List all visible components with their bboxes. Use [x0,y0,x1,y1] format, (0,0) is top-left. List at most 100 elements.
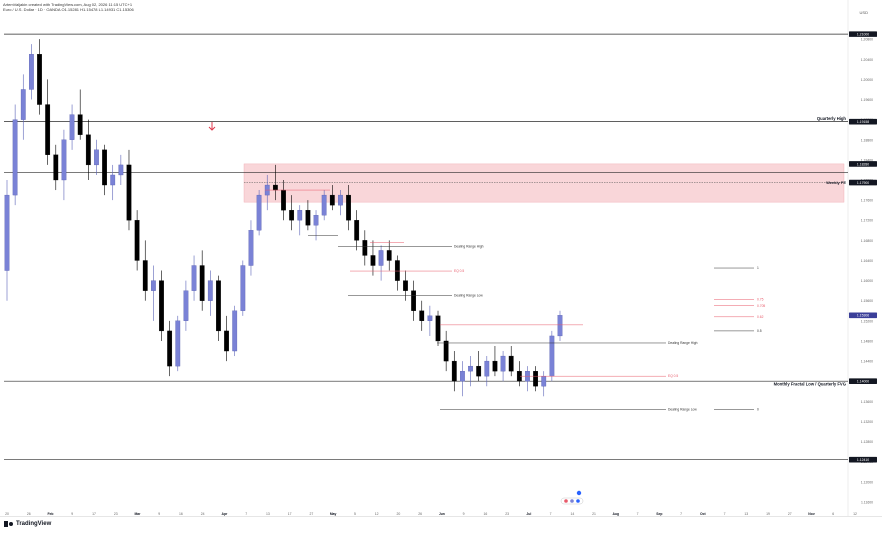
price-tick-label: 1.20400 [861,58,873,62]
event-dot-icon [564,499,568,503]
candle-body [110,174,116,186]
price-tick-label: 1.18800 [861,138,873,142]
candle-body [150,280,156,291]
candle-body [468,365,473,372]
candle-body [240,265,246,311]
candle-body [305,210,311,226]
candle-body [508,355,514,372]
candle-body [427,315,433,321]
fib-level-label: 0.5 [757,329,762,333]
brand-name: TradingView [16,521,52,527]
candle-body [443,340,449,362]
monthly-fractal-low-label: Monthly Fractal Low / Quarterly FVG [774,382,846,387]
price-tick-label: 1.20000 [861,78,873,82]
event-dot-icon [576,499,580,503]
candle-body [12,119,18,196]
candle-body [94,149,99,166]
fib-level-label: 1 [757,266,759,270]
price-tick-label: 1.13200 [861,420,873,424]
candle-body [45,104,51,155]
candle-body [248,230,254,266]
price-tag-label: 1.21000 [857,33,869,37]
price-tick-label: 1.14800 [861,339,873,343]
candle-body [77,114,83,135]
candle-body [126,164,132,221]
dealing-range-low-2-label: Dealing Range Low [668,407,697,411]
candle-body [118,164,124,176]
dealing-range-low-1-label: Dealing Range Low [454,294,483,298]
fib-level-label: 0.705 [757,304,765,308]
fib-level-label: 0.75 [757,298,764,302]
candle-body [435,315,441,342]
price-tick-label: 1.16000 [861,279,873,283]
candle-body [549,335,555,377]
candle-body [53,154,59,181]
candle-body [411,290,417,311]
dealing-range-high-2-label: Dealing Range High [668,341,698,345]
price-tag-label: 1.12410 [857,458,869,462]
candle-body [419,310,425,321]
price-tag-label: 1.18280 [857,162,869,166]
price-tick-label: 1.17600 [861,199,873,203]
quarterly-high-label: Quarterly High [817,116,847,121]
candle-body [159,280,164,332]
candle-body [175,320,181,367]
price-tick-label: 1.15200 [861,319,873,323]
candle-body [329,194,335,206]
candle-body [354,220,360,241]
candle-body [102,149,107,186]
candle-body [207,280,213,301]
price-tick-label: 1.12800 [861,440,873,444]
candle-body [281,189,286,211]
candle-body [37,54,42,105]
weekly-fvg-label: Weekly FE [826,180,846,185]
candle-body [460,371,465,382]
candle-body [321,194,327,216]
candle-body [492,360,498,372]
candle-body [134,220,140,261]
candle-body [338,194,343,206]
candle-body [191,265,197,291]
candle-body [272,184,278,191]
candle-body [216,280,221,332]
candle-body [183,290,189,321]
price-tick-label: 1.15600 [861,299,873,303]
candle-body [484,360,490,377]
candle-body [20,89,26,120]
fib-level-label: 0.62 [757,315,764,319]
candle-body [394,260,400,281]
candle-body [362,240,368,256]
candle-body [69,114,75,140]
candle-body [346,194,351,221]
dealing-range-high-1-label: Dealing Range High [454,244,484,248]
price-chart[interactable]: 1.208001.204001.200001.196001.192001.188… [0,0,882,516]
candle-body [224,330,229,352]
eq-2-label: EQ 0.5 [668,374,678,378]
eq-1-label: EQ 0.5 [454,269,464,273]
candle-body [167,330,173,367]
candle-body [403,280,408,291]
price-tick-label: 1.20800 [861,38,873,42]
candle-body [378,250,384,266]
price-tick-label: 1.11600 [861,500,873,504]
tradingview-logo-icon [4,521,14,527]
candle-body [289,210,295,221]
price-tick-label: 1.19600 [861,98,873,102]
candle-body [142,260,148,291]
price-tick-label: 1.13600 [861,400,873,404]
price-tick-label: 1.17200 [861,219,873,223]
candle-body [476,365,482,377]
price-tag-label: 1.19158 [857,120,869,124]
candle-body [541,376,547,387]
candle-body [256,194,262,231]
price-tag-label: 1.17900 [857,181,869,185]
candle-body [386,250,392,261]
candle-body [297,210,303,221]
brand[interactable]: TradingView [4,521,51,527]
price-tick-label: 1.12000 [861,480,873,484]
candle-body [370,255,376,266]
candle-body [451,360,457,382]
candle-body [557,315,563,337]
time-axis-footer: TradingView [0,516,882,535]
candle-body [199,265,205,301]
